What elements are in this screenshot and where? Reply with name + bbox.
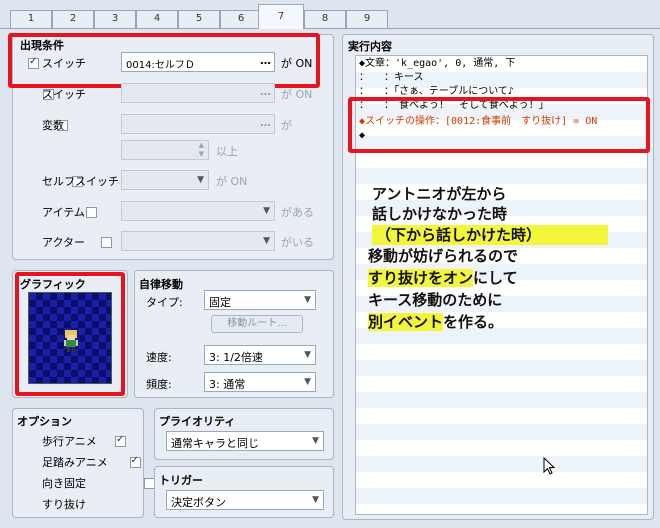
- trigger-value: 決定ボタン: [171, 496, 226, 509]
- annotation-highlight: すり抜けをオン: [368, 269, 474, 287]
- chevron-down-icon: ▼: [304, 377, 311, 387]
- tab-bar: 1 2 3 4 5 6 7 8 9: [0, 0, 660, 29]
- switch2-suffix: が ON: [281, 88, 313, 101]
- tab-9[interactable]: 9: [346, 10, 388, 28]
- options-title: オプション: [17, 415, 72, 428]
- actor-label: アクター: [42, 236, 86, 249]
- tab-2[interactable]: 2: [52, 10, 94, 28]
- annotation-line-1: アントニオが左から: [372, 185, 507, 203]
- variable-field[interactable]: …: [121, 114, 275, 134]
- opt-dir-fix-label: 向き固定: [42, 477, 86, 490]
- annotation-line-7: 別イベントを作る。: [368, 313, 504, 331]
- item-label: アイテム: [42, 206, 85, 219]
- priority-select[interactable]: 通常キャラと同じ ▼: [166, 431, 324, 451]
- chevron-down-icon: ▼: [304, 295, 311, 305]
- tab-divider: [0, 28, 660, 29]
- move-route-button[interactable]: 移動ルート...: [211, 315, 303, 333]
- switch2-label: スイッチ: [42, 88, 86, 101]
- annotation-highlight: 別イベント: [368, 313, 444, 331]
- tab-1[interactable]: 1: [10, 10, 52, 28]
- opt-walk-anim-checkbox[interactable]: [115, 434, 126, 447]
- tab-4[interactable]: 4: [136, 10, 178, 28]
- speed-value: 3: 1/2倍速: [209, 351, 263, 364]
- tab-7[interactable]: 7: [258, 4, 304, 29]
- switch2-dots[interactable]: …: [260, 85, 271, 98]
- tab-6[interactable]: 6: [220, 10, 262, 28]
- opt-walk-anim-label: 歩行アニメ: [42, 435, 97, 448]
- priority-value: 通常キャラと同じ: [171, 437, 259, 450]
- content-line-1[interactable]: ◆文章：'k_egao', 0, 通常, 下: [359, 58, 515, 70]
- item-checkbox[interactable]: [86, 207, 97, 218]
- item-select[interactable]: ▼: [121, 201, 275, 221]
- conditions-highlight-box: [8, 33, 320, 88]
- annotation-line-6: キース移動のために: [368, 291, 503, 309]
- speed-select[interactable]: 3: 1/2倍速 ▼: [204, 345, 316, 365]
- contents-title: 実行内容: [348, 40, 392, 53]
- tab-3[interactable]: 3: [94, 10, 136, 28]
- variable-value-stepper[interactable]: ▲ ▼: [121, 140, 209, 160]
- actor-suffix: がいる: [281, 236, 314, 249]
- actor-checkbox[interactable]: [100, 237, 112, 248]
- chevron-down-icon: ▼: [263, 236, 270, 246]
- chevron-down-icon: ▼: [263, 206, 270, 216]
- variable-suffix: が: [281, 119, 292, 132]
- item-suffix: がある: [281, 206, 314, 219]
- content-line-2[interactable]: ： ：キース: [359, 72, 424, 84]
- graphic-highlight-box: [15, 272, 125, 396]
- chevron-down-icon: ▼: [197, 175, 204, 185]
- priority-title: プライオリティ: [159, 415, 236, 428]
- speed-label: 速度:: [146, 351, 172, 364]
- trigger-title: トリガー: [159, 474, 203, 487]
- variable-dots[interactable]: …: [260, 116, 271, 129]
- actor-select[interactable]: ▼: [121, 231, 275, 251]
- opt-step-anim-label: 足踏みアニメ: [42, 456, 108, 469]
- variable-label: 変数: [42, 119, 64, 132]
- opt-step-anim-checkbox[interactable]: [129, 455, 141, 468]
- freq-select[interactable]: 3: 通常 ▼: [204, 372, 316, 392]
- movement-type-label: タイプ:: [146, 296, 183, 309]
- self-switch-suffix: が ON: [216, 175, 248, 188]
- chevron-down-icon: ▼: [312, 495, 319, 505]
- freq-label: 頻度:: [146, 378, 172, 391]
- annotation-line-2: 話しかけなかった時: [372, 205, 508, 223]
- annotation-line-5: すり抜けをオンにして: [368, 269, 518, 287]
- freq-value: 3: 通常: [209, 378, 246, 391]
- annotation-line-4: 移動が妨げられるので: [368, 247, 519, 265]
- variable-suffix2: 以上: [216, 145, 238, 158]
- movement-type-value: 固定: [209, 296, 231, 309]
- contents-highlight-box: [348, 97, 650, 153]
- annotation-line-3: （下から話しかけた時）: [372, 225, 608, 245]
- chevron-down-icon: ▼: [312, 436, 319, 446]
- trigger-select[interactable]: 決定ボタン ▼: [166, 490, 324, 510]
- tab-8[interactable]: 8: [304, 10, 346, 28]
- mouse-cursor-icon: [543, 457, 556, 475]
- self-switch-select[interactable]: ▼: [121, 170, 209, 190]
- movement-title: 自律移動: [139, 278, 183, 291]
- chevron-down-icon: ▼: [304, 350, 311, 360]
- tab-5[interactable]: 5: [178, 10, 220, 28]
- movement-type-select[interactable]: 固定 ▼: [204, 290, 316, 310]
- switch2-field[interactable]: …: [121, 83, 275, 103]
- self-switch-label: セルフスイッチ: [42, 175, 119, 188]
- opt-through-label: すり抜け: [42, 498, 86, 511]
